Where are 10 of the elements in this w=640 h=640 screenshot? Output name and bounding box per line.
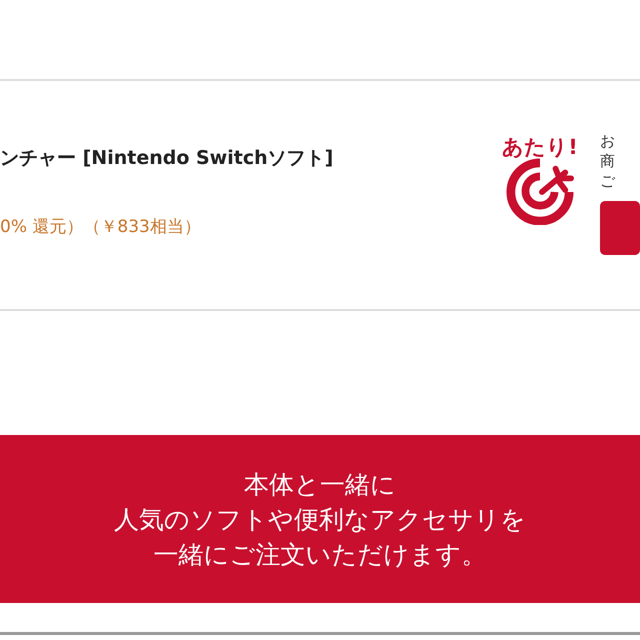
- banner-text: 本体と一緒に: [244, 468, 396, 500]
- notice-text: 商: [600, 151, 616, 171]
- badge-logo: あたり!: [498, 81, 582, 309]
- product-title: ンチャー [Nintendo Switchソフト]: [0, 146, 334, 171]
- banner-text: 人気のソフトや便利なアクセサリを: [114, 504, 526, 536]
- notice-text: お: [600, 131, 616, 151]
- banner-text: 一緒にご注文いただけます。: [154, 538, 486, 570]
- points-text: 0% 還元）（￥833相当）: [0, 216, 202, 238]
- notice-text: ご: [600, 171, 616, 191]
- action-button[interactable]: [600, 201, 640, 255]
